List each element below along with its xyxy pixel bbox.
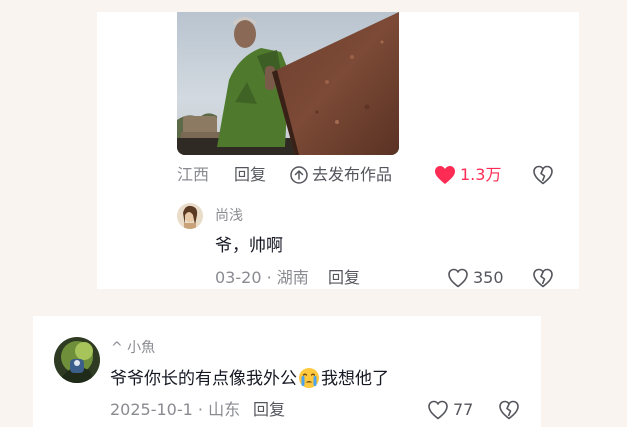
comment-card-top: 江西 回复 去发布作品 1.3万 尚浅 爷，帅啊 03-20 · 湖南 回复 3…: [97, 12, 579, 289]
comment-date-location: 2025-10-1 · 山东: [110, 400, 241, 419]
comment-like-count: 77: [453, 400, 474, 419]
comment-username[interactable]: ^ 小魚: [111, 339, 155, 357]
photo-image: [177, 12, 399, 155]
comment-photo[interactable]: [177, 12, 399, 155]
broken-heart-icon: [533, 268, 553, 288]
sub-reply-dislike-button[interactable]: [532, 267, 554, 293]
sub-reply-like-count: 350: [473, 268, 504, 287]
heart-outline-icon: [428, 400, 448, 420]
publish-work-label: 去发布作品: [312, 165, 393, 184]
avatar-image: [177, 203, 203, 229]
dislike-button[interactable]: [532, 164, 554, 190]
avatar[interactable]: [177, 203, 203, 229]
comment-text: 爷爷你长的有点像我外公 我想他了: [110, 367, 389, 390]
reply-button[interactable]: 回复: [234, 165, 266, 185]
comment-dislike-button[interactable]: [498, 399, 520, 425]
crying-face-emoji-icon: [299, 368, 319, 388]
avatar-image: [54, 337, 100, 383]
sub-reply-reply-button[interactable]: 回复: [328, 268, 360, 288]
broken-heart-icon: [533, 165, 553, 185]
comment-like-button[interactable]: 77: [427, 400, 473, 420]
comment-location: 江西: [177, 165, 210, 184]
arrow-up-circle-icon: [290, 166, 308, 184]
comment-text-part: 我想他了: [321, 369, 389, 389]
comment-reply-button[interactable]: 回复: [253, 400, 285, 420]
broken-heart-icon: [499, 400, 519, 420]
heart-filled-icon: [435, 166, 455, 184]
comment-card-bottom: ^ 小魚 爷爷你长的有点像我外公 我想他了 2025-10-1 · 山东 回复 …: [33, 316, 541, 427]
publish-work-button[interactable]: 去发布作品: [290, 165, 392, 185]
heart-outline-icon: [448, 268, 468, 288]
sub-reply-like-button[interactable]: 350: [447, 268, 504, 288]
sub-reply-text: 爷，帅啊: [215, 236, 283, 256]
like-count: 1.3万: [460, 165, 502, 184]
avatar[interactable]: [54, 337, 100, 383]
sub-reply-date-location: 03-20 · 湖南: [215, 268, 309, 287]
like-button[interactable]: 1.3万: [434, 165, 501, 185]
comment-text-part: 爷爷你长的有点像我外公: [110, 369, 297, 389]
sub-reply-username[interactable]: 尚浅: [215, 207, 243, 225]
